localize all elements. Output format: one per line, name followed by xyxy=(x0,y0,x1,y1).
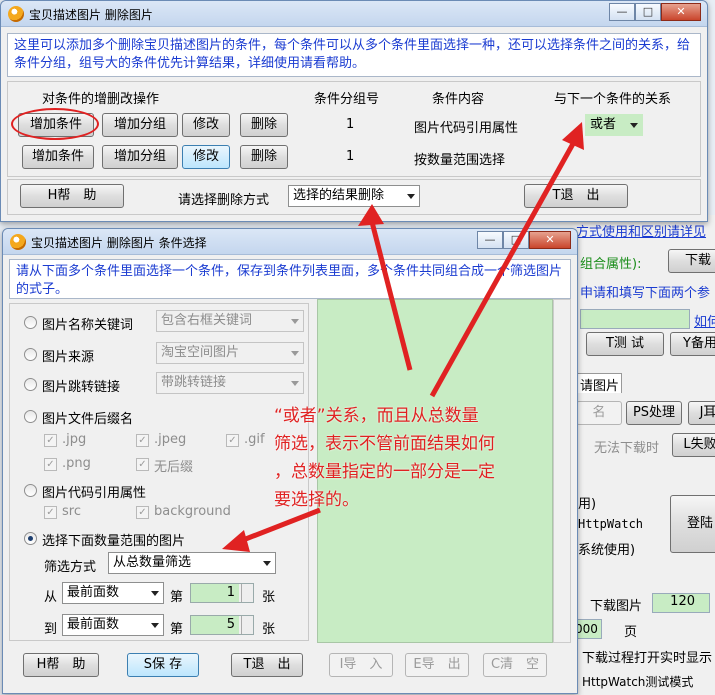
arrow-to-delete-mode xyxy=(369,221,413,371)
arrow-head-icon xyxy=(358,204,384,226)
arrow-to-range xyxy=(237,507,321,545)
arrow-to-relation xyxy=(429,140,577,398)
annotation-line: “或者”关系，而且从总数量 xyxy=(274,406,479,426)
annotation-line: 筛选，表示不管前面结果如何 xyxy=(274,434,495,454)
annotation-line: 要选择的。 xyxy=(274,490,359,510)
annotation-line: ，总数量指定的一部分是一定 xyxy=(274,462,495,482)
annotation-arrows xyxy=(222,122,584,552)
annotation-text: “或者”关系，而且从总数量 筛选，表示不管前面结果如何 ，总数量指定的一部分是一… xyxy=(274,402,564,514)
arrow-head-icon xyxy=(222,530,250,552)
